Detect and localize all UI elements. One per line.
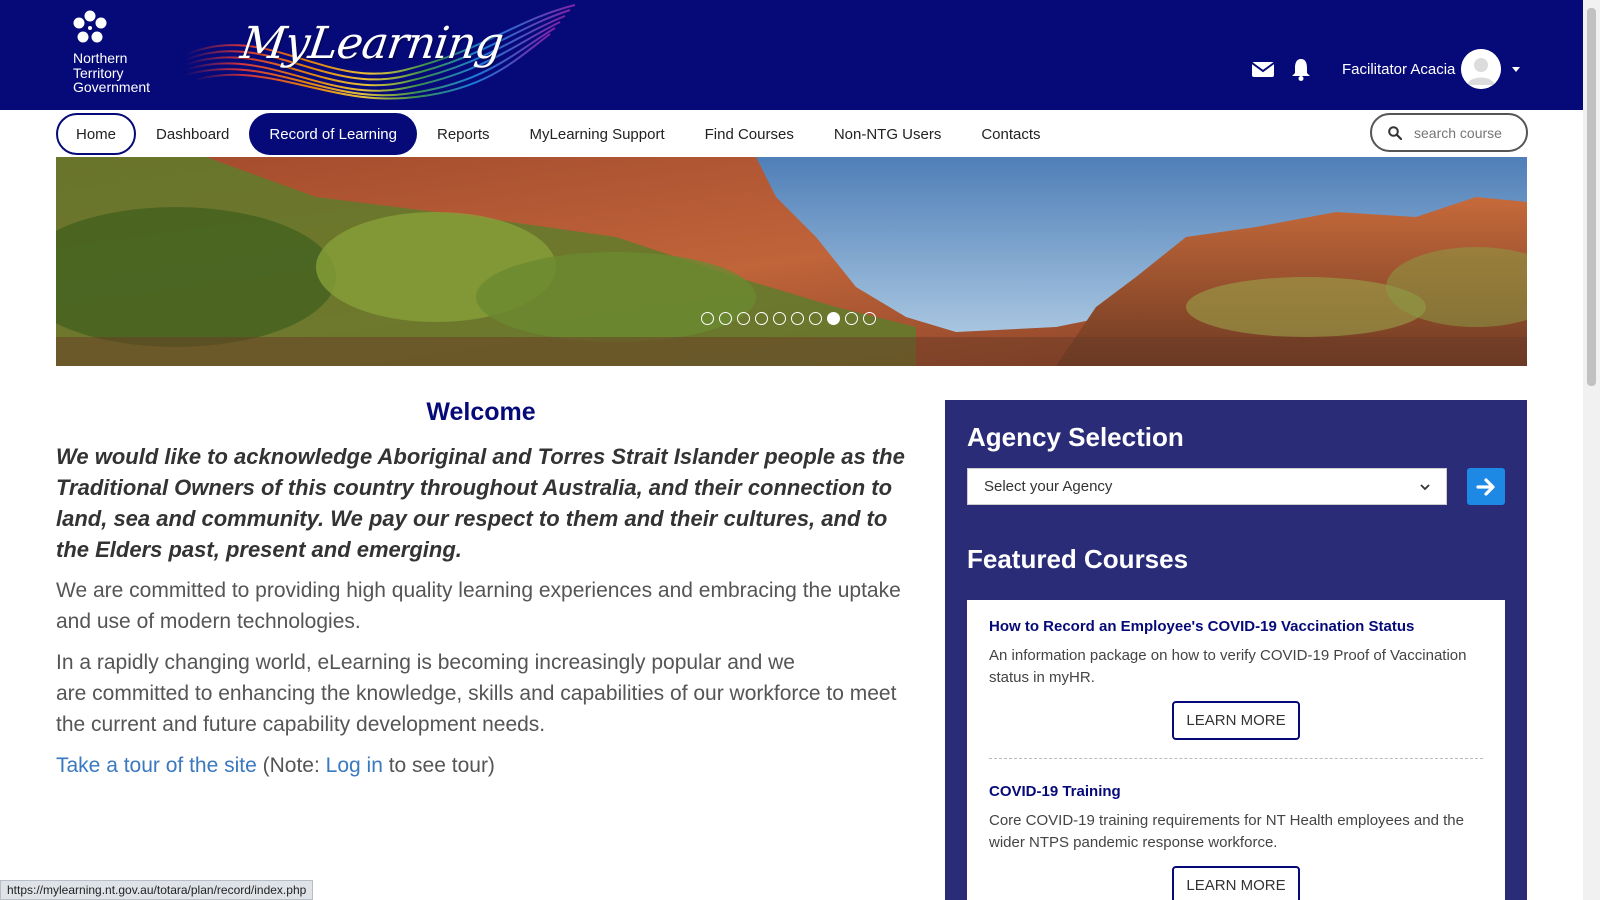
login-link[interactable]: Log in xyxy=(326,754,383,777)
ntg-logo[interactable]: Northern Territory Government xyxy=(70,10,170,98)
acknowledgement-text: We would like to acknowledge Aboriginal … xyxy=(56,444,905,562)
welcome-paragraph-line: are committed to enhancing the knowledge… xyxy=(56,682,897,736)
agency-go-button[interactable] xyxy=(1467,468,1505,505)
avatar xyxy=(1461,49,1502,89)
sidebar-panel: Agency Selection Select your Agency Feat… xyxy=(945,400,1527,900)
page-scrollbar[interactable] xyxy=(1583,0,1600,900)
course-divider xyxy=(989,758,1483,759)
course-description: An information package on how to verify … xyxy=(989,647,1467,686)
nav-item-dashboard[interactable]: Dashboard xyxy=(136,113,249,155)
course-search xyxy=(1370,113,1528,152)
ntg-logo-line: Territory xyxy=(73,64,124,81)
welcome-paragraph-line: In a rapidly changing world, eLearning i… xyxy=(56,651,795,674)
chevron-down-icon xyxy=(1420,483,1430,490)
welcome-paragraph: We are committed to providing high quali… xyxy=(56,579,901,633)
tour-note-suffix: to see tour) xyxy=(382,754,495,777)
nav-item-contacts[interactable]: Contacts xyxy=(961,113,1060,155)
arrow-right-icon xyxy=(1476,477,1495,496)
caret-down-icon xyxy=(1512,67,1521,72)
carousel-dot[interactable] xyxy=(791,312,804,325)
welcome-section: Welcome We would like to acknowledge Abo… xyxy=(56,398,906,791)
bell-icon[interactable] xyxy=(1288,56,1314,82)
mylearning-logo[interactable]: MyLearning xyxy=(185,0,585,104)
gorge-landscape-image xyxy=(56,157,1527,366)
nav-item-find-courses[interactable]: Find Courses xyxy=(685,113,814,155)
browser-status-url: https://mylearning.nt.gov.au/totara/plan… xyxy=(0,880,314,900)
carousel-dot[interactable] xyxy=(737,312,750,325)
ntg-logo-text: Northern Territory Government xyxy=(73,51,150,95)
main-nav: Home Dashboard Record of Learning Report… xyxy=(56,113,1061,155)
course-item: How to Record an Employee's COVID-19 Vac… xyxy=(989,618,1483,740)
tour-note-prefix: (Note: xyxy=(256,754,326,777)
agency-select[interactable]: Select your Agency xyxy=(967,468,1447,505)
carousel-dot[interactable] xyxy=(863,312,876,325)
carousel-dot-active[interactable] xyxy=(827,312,840,325)
carousel-dot[interactable] xyxy=(845,312,858,325)
nav-item-home[interactable]: Home xyxy=(56,113,137,155)
carousel-dot[interactable] xyxy=(719,312,732,325)
user-menu[interactable]: Facilitator Acacia xyxy=(1342,48,1521,90)
scrollbar-thumb[interactable] xyxy=(1587,8,1596,386)
carousel-dot[interactable] xyxy=(773,312,786,325)
search-input[interactable] xyxy=(1414,124,1514,141)
welcome-title: Welcome xyxy=(426,398,536,426)
featured-courses-title: Featured Courses xyxy=(967,544,1189,574)
learn-more-button[interactable]: LEARN MORE xyxy=(1172,701,1300,740)
mail-icon[interactable] xyxy=(1250,56,1276,82)
learn-more-button[interactable]: LEARN MORE xyxy=(1172,866,1300,900)
user-silhouette-icon xyxy=(1461,49,1502,89)
carousel-dot[interactable] xyxy=(701,312,714,325)
carousel-indicators xyxy=(701,312,876,325)
search-icon[interactable] xyxy=(1388,125,1402,140)
hero-carousel xyxy=(56,157,1527,366)
ntg-logo-line: Government xyxy=(73,79,151,95)
site-header: Northern Territory Government MyLearning… xyxy=(0,0,1583,110)
ntg-logo-line: Northern xyxy=(73,50,128,66)
carousel-dot[interactable] xyxy=(809,312,822,325)
course-item: COVID-19 Training Core COVID-19 training… xyxy=(989,783,1483,900)
nav-item-record-of-learning[interactable]: Record of Learning xyxy=(249,113,417,155)
user-name: Facilitator Acacia xyxy=(1342,60,1456,78)
course-title[interactable]: How to Record an Employee's COVID-19 Vac… xyxy=(989,618,1483,635)
nav-item-mylearning-support[interactable]: MyLearning Support xyxy=(510,113,685,155)
course-description: Core COVID-19 training requirements for … xyxy=(989,812,1464,851)
course-title[interactable]: COVID-19 Training xyxy=(989,783,1483,800)
flower-icon xyxy=(73,10,107,43)
agency-select-value: Select your Agency xyxy=(984,478,1113,495)
tour-note: Take a tour of the site (Note: Log in to… xyxy=(56,750,906,781)
carousel-dot[interactable] xyxy=(755,312,768,325)
mylearning-logo-text: MyLearning xyxy=(237,18,506,69)
featured-courses-card: How to Record an Employee's COVID-19 Vac… xyxy=(967,600,1505,900)
welcome-paragraph: In a rapidly changing world, eLearning i… xyxy=(56,647,906,740)
tour-link[interactable]: Take a tour of the site xyxy=(56,754,257,777)
nav-item-reports[interactable]: Reports xyxy=(417,113,510,155)
nav-item-non-ntg-users[interactable]: Non-NTG Users xyxy=(814,113,962,155)
agency-selection-title: Agency Selection xyxy=(967,422,1184,452)
